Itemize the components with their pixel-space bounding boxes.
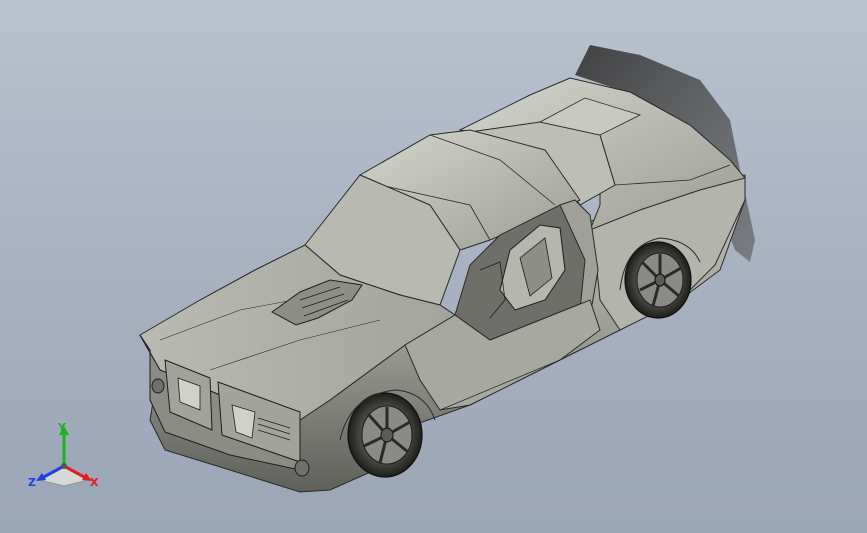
fog-light-left	[151, 378, 165, 394]
triad-x-label: X	[90, 476, 99, 489]
front-wheel	[347, 392, 423, 478]
rear-wheel	[624, 241, 692, 319]
triad-z-label: Z	[28, 476, 36, 489]
car-3d-model[interactable]	[0, 0, 867, 533]
graphics-viewport[interactable]: Y X Z	[0, 0, 867, 533]
triad-y-label: Y	[58, 421, 66, 434]
fog-light-right	[294, 459, 310, 477]
